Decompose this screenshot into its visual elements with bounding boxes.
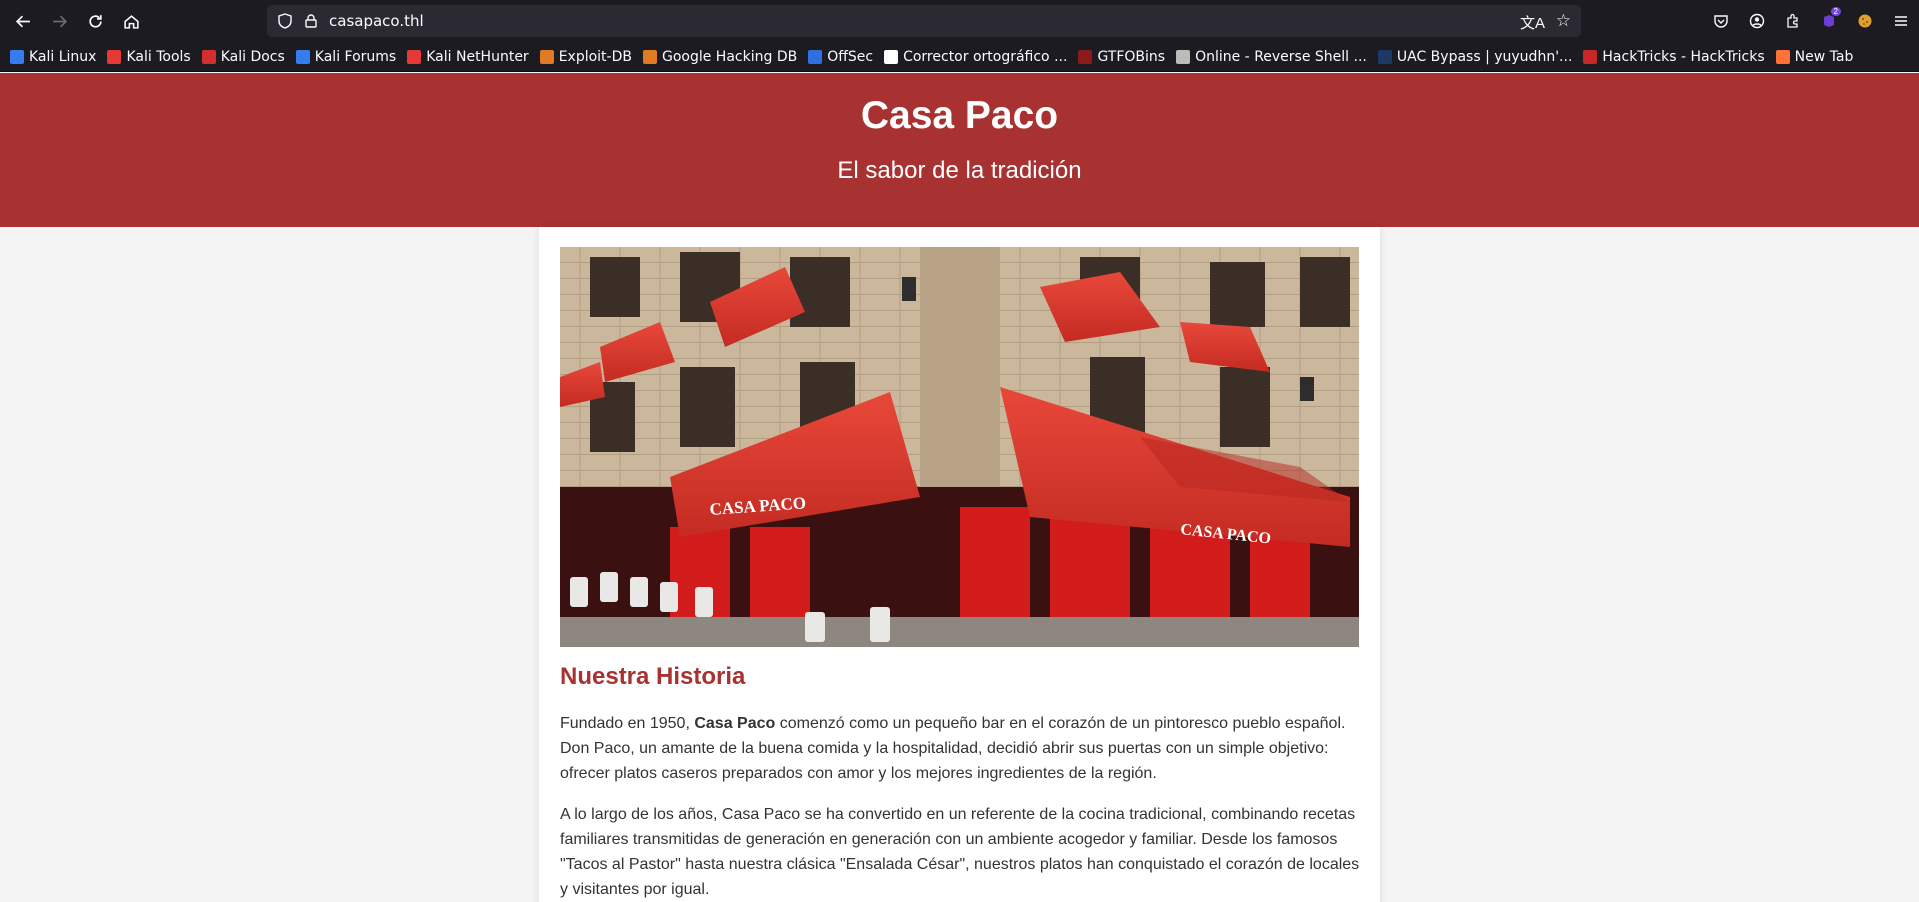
arrow-left-icon [15,15,30,27]
home-icon [123,14,139,29]
bookmark-label: GTFOBins [1097,48,1166,65]
bookmark-favicon-icon [539,49,554,64]
bookmark-item[interactable]: Google Hacking DB [642,48,798,65]
bookmark-favicon-icon [407,49,422,64]
bookmark-item[interactable]: GTFOBins [1078,49,1165,65]
forward-button[interactable] [41,3,77,39]
home-button[interactable] [113,3,149,39]
site-header: Casa Paco El sabor de la tradición [0,73,1919,227]
bookmark-label: Kali Docs [220,48,285,65]
extension-badge-icon[interactable]: 2 [1811,3,1847,39]
translate-icon[interactable]: 文A [1520,12,1545,33]
bookmark-item[interactable]: OffSec [808,49,873,65]
url-bar[interactable]: casapaco.thl 文A ☆ [267,5,1581,37]
bookmark-favicon-icon [201,49,216,64]
history-paragraph-2: A lo largo de los años, Casa Paco se ha … [560,806,1360,898]
cookie-extension-icon[interactable] [1847,3,1883,39]
reload-button[interactable] [77,3,113,39]
reload-icon [88,14,102,28]
site-title: Casa Paco [860,94,1059,137]
menu-icon[interactable] [1883,3,1919,39]
bookmark-favicon-icon [1078,49,1093,64]
history-heading: Nuestra Historia [560,663,746,690]
bookmark-item[interactable]: UAC Bypass | yuyudhn'... [1377,48,1573,65]
bookmark-label: Corrector ortográfico ... [903,48,1068,65]
bookmark-label: Google Hacking DB [661,48,798,65]
bookmark-favicon-icon [1775,49,1790,64]
bookmark-item[interactable]: Kali NetHunter [407,48,529,65]
browser-toolbar: casapaco.thl 文A ☆ 2 [0,0,1919,42]
bookmark-favicon-icon [1583,49,1598,64]
bookmark-label: HackTricks - HackTricks [1602,48,1765,65]
bookmark-item[interactable]: Kali Linux [10,49,96,65]
history-section: Nuestra Historia Fundado en 1950, Casa P… [560,663,1360,902]
bookmark-favicon-icon [107,49,122,64]
pocket-icon[interactable] [1703,3,1739,39]
bookmark-label: Kali NetHunter [426,48,529,65]
extension-badge: 2 [1830,7,1841,16]
bookmarks-bar: Kali Linux Kali Tools Kali Docs Kali Forums… [0,42,1919,72]
url-text[interactable]: casapaco.thl [329,12,424,30]
bookmark-label: Kali Linux [29,48,97,65]
history-paragraph-1: Fundado en 1950, Casa Paco comenzó como … [560,711,1360,786]
bookmark-label: Online - Reverse Shell ... [1195,48,1367,65]
content-card: CASA PACO CASA PACO Nuestra Historia Fun… [539,227,1380,902]
bookmark-favicon-icon [10,49,24,64]
bookmark-item[interactable]: New Tab [1775,48,1854,65]
web-page: Casa Paco El sabor de la tradición CASA … [0,73,1919,902]
toolbar-right-icons: 2 [1703,0,1919,42]
bookmark-label: Kali Tools [126,48,191,65]
bookmark-favicon-icon [808,49,823,64]
bookmark-item[interactable]: Corrector ortográfico ... [884,49,1067,65]
bookmark-favicon-icon [1176,49,1191,64]
bookmark-label: UAC Bypass | yuyudhn'... [1396,48,1573,65]
bookmark-star-icon[interactable]: ☆ [1556,11,1571,31]
lock-icon[interactable] [303,13,319,29]
bookmark-label: Kali Forums [314,48,397,65]
back-button[interactable] [5,3,41,39]
bookmark-favicon-icon [1377,49,1392,64]
bookmark-item[interactable]: Kali Forums [295,48,397,65]
restaurant-facade-image: CASA PACO CASA PACO [560,247,1359,647]
site-tagline: El sabor de la tradición [837,156,1082,184]
bookmark-item[interactable]: HackTricks - HackTricks [1583,48,1765,65]
bookmark-label: New Tab [1794,48,1854,65]
extensions-icon[interactable] [1775,3,1811,39]
arrow-right-icon [52,15,67,27]
bookmark-item[interactable]: Exploit-DB [539,48,632,65]
bookmark-item[interactable]: Online - Reverse Shell ... [1176,49,1367,65]
restaurant-photo: CASA PACO CASA PACO [560,247,1359,647]
bookmark-favicon-icon [295,49,310,64]
p1-text-start: Fundado en 1950, [560,715,695,732]
bookmark-favicon-icon [884,49,899,64]
shield-icon[interactable] [277,13,293,29]
bookmark-favicon-icon [642,49,657,64]
account-icon[interactable] [1739,3,1775,39]
bookmark-item[interactable]: Kali Tools [107,48,191,65]
bookmark-label: OffSec [827,48,874,65]
bookmark-item[interactable]: Kali Docs [201,48,285,65]
p1-bold-name: Casa Paco [694,715,776,732]
bookmark-label: Exploit-DB [558,48,632,65]
